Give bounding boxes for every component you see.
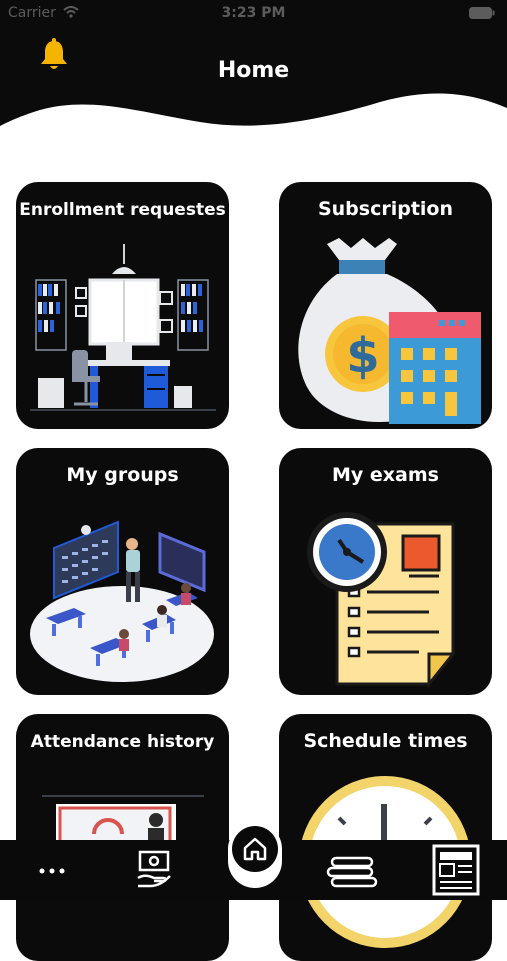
card-my-exams[interactable]: My exams <box>279 448 492 695</box>
nav-home-button[interactable] <box>232 826 278 872</box>
classroom-illustration <box>16 448 229 695</box>
status-time: 3:23 PM <box>0 5 507 21</box>
card-schedule-times[interactable]: Schedule times <box>279 714 492 961</box>
header: Carrier 3:23 PM Home <box>0 0 507 140</box>
attendance-illustration <box>16 714 229 961</box>
battery-icon <box>469 7 495 19</box>
books-stack-icon <box>320 840 388 900</box>
card-subscription[interactable]: Subscription $ <box>279 182 492 429</box>
home-icon <box>232 826 278 872</box>
money-hand-icon <box>124 840 184 900</box>
nav-library[interactable] <box>320 840 388 900</box>
svg-text:$: $ <box>346 328 379 384</box>
more-dots-icon <box>22 840 82 900</box>
office-room-illustration <box>16 182 229 429</box>
clock-illustration <box>279 714 492 961</box>
nav-news[interactable] <box>424 840 490 900</box>
nav-payments[interactable] <box>124 840 184 900</box>
money-bag-calendar-illustration: $ <box>279 182 492 429</box>
card-attendance-history[interactable]: Attendance history <box>16 714 229 961</box>
card-my-groups[interactable]: My groups <box>16 448 229 695</box>
nav-more[interactable] <box>22 840 82 900</box>
newspaper-icon <box>424 840 490 900</box>
card-enrollment-requests[interactable]: Enrollment requestes <box>16 182 229 429</box>
page-title: Home <box>0 58 507 83</box>
exam-paper-clock-illustration <box>279 448 492 695</box>
status-bar: Carrier 3:23 PM <box>0 0 507 28</box>
